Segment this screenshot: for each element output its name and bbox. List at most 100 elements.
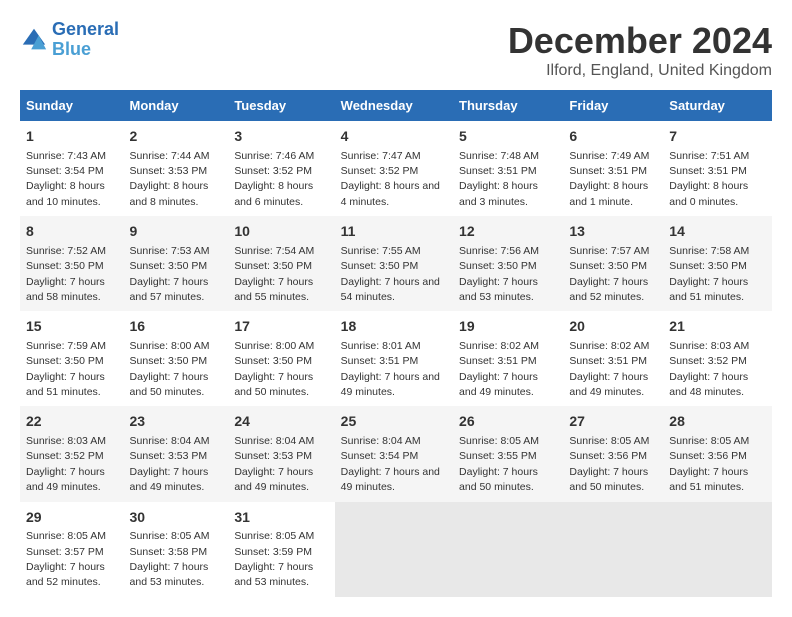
day-number: 11 bbox=[341, 222, 447, 242]
calendar-cell bbox=[663, 502, 772, 597]
calendar-cell: 22 Sunrise: 8:03 AMSunset: 3:52 PMDaylig… bbox=[20, 406, 124, 501]
day-info: Sunrise: 8:05 AMSunset: 3:58 PMDaylight:… bbox=[130, 530, 210, 588]
day-number: 3 bbox=[234, 127, 328, 147]
calendar-cell: 20 Sunrise: 8:02 AMSunset: 3:51 PMDaylig… bbox=[563, 311, 663, 406]
day-info: Sunrise: 8:03 AMSunset: 3:52 PMDaylight:… bbox=[669, 340, 749, 398]
calendar-cell: 7 Sunrise: 7:51 AMSunset: 3:51 PMDayligh… bbox=[663, 121, 772, 216]
calendar-cell: 17 Sunrise: 8:00 AMSunset: 3:50 PMDaylig… bbox=[228, 311, 334, 406]
calendar-cell: 24 Sunrise: 8:04 AMSunset: 3:53 PMDaylig… bbox=[228, 406, 334, 501]
calendar-cell: 10 Sunrise: 7:54 AMSunset: 3:50 PMDaylig… bbox=[228, 216, 334, 311]
day-number: 2 bbox=[130, 127, 223, 147]
calendar-cell: 25 Sunrise: 8:04 AMSunset: 3:54 PMDaylig… bbox=[335, 406, 453, 501]
day-number: 8 bbox=[26, 222, 118, 242]
day-number: 20 bbox=[569, 317, 657, 337]
header-row: Sunday Monday Tuesday Wednesday Thursday… bbox=[20, 90, 772, 121]
calendar-cell: 6 Sunrise: 7:49 AMSunset: 3:51 PMDayligh… bbox=[563, 121, 663, 216]
day-number: 1 bbox=[26, 127, 118, 147]
day-info: Sunrise: 7:57 AMSunset: 3:50 PMDaylight:… bbox=[569, 245, 649, 303]
day-number: 12 bbox=[459, 222, 557, 242]
day-number: 24 bbox=[234, 412, 328, 432]
day-number: 16 bbox=[130, 317, 223, 337]
day-number: 26 bbox=[459, 412, 557, 432]
week-row-3: 15 Sunrise: 7:59 AMSunset: 3:50 PMDaylig… bbox=[20, 311, 772, 406]
calendar-cell: 15 Sunrise: 7:59 AMSunset: 3:50 PMDaylig… bbox=[20, 311, 124, 406]
day-number: 22 bbox=[26, 412, 118, 432]
day-info: Sunrise: 8:03 AMSunset: 3:52 PMDaylight:… bbox=[26, 435, 106, 493]
day-number: 15 bbox=[26, 317, 118, 337]
day-info: Sunrise: 8:05 AMSunset: 3:56 PMDaylight:… bbox=[669, 435, 749, 493]
day-number: 4 bbox=[341, 127, 447, 147]
day-info: Sunrise: 8:00 AMSunset: 3:50 PMDaylight:… bbox=[130, 340, 210, 398]
col-saturday: Saturday bbox=[663, 90, 772, 121]
day-info: Sunrise: 7:44 AMSunset: 3:53 PMDaylight:… bbox=[130, 150, 210, 208]
day-number: 30 bbox=[130, 508, 223, 528]
day-info: Sunrise: 7:59 AMSunset: 3:50 PMDaylight:… bbox=[26, 340, 106, 398]
calendar-table: Sunday Monday Tuesday Wednesday Thursday… bbox=[20, 90, 772, 597]
calendar-cell: 23 Sunrise: 8:04 AMSunset: 3:53 PMDaylig… bbox=[124, 406, 229, 501]
calendar-cell: 2 Sunrise: 7:44 AMSunset: 3:53 PMDayligh… bbox=[124, 121, 229, 216]
day-info: Sunrise: 7:47 AMSunset: 3:52 PMDaylight:… bbox=[341, 150, 440, 208]
subtitle: Ilford, England, United Kingdom bbox=[508, 62, 772, 80]
day-number: 6 bbox=[569, 127, 657, 147]
week-row-2: 8 Sunrise: 7:52 AMSunset: 3:50 PMDayligh… bbox=[20, 216, 772, 311]
calendar-cell: 13 Sunrise: 7:57 AMSunset: 3:50 PMDaylig… bbox=[563, 216, 663, 311]
day-number: 18 bbox=[341, 317, 447, 337]
page-header: General Blue December 2024 Ilford, Engla… bbox=[20, 20, 772, 80]
main-title: December 2024 bbox=[508, 20, 772, 62]
day-info: Sunrise: 8:01 AMSunset: 3:51 PMDaylight:… bbox=[341, 340, 440, 398]
day-info: Sunrise: 8:04 AMSunset: 3:53 PMDaylight:… bbox=[234, 435, 314, 493]
week-row-5: 29 Sunrise: 8:05 AMSunset: 3:57 PMDaylig… bbox=[20, 502, 772, 597]
logo-icon bbox=[20, 26, 48, 54]
day-info: Sunrise: 7:52 AMSunset: 3:50 PMDaylight:… bbox=[26, 245, 106, 303]
day-info: Sunrise: 8:05 AMSunset: 3:56 PMDaylight:… bbox=[569, 435, 649, 493]
day-info: Sunrise: 8:04 AMSunset: 3:54 PMDaylight:… bbox=[341, 435, 440, 493]
day-info: Sunrise: 8:02 AMSunset: 3:51 PMDaylight:… bbox=[569, 340, 649, 398]
calendar-cell: 27 Sunrise: 8:05 AMSunset: 3:56 PMDaylig… bbox=[563, 406, 663, 501]
day-info: Sunrise: 7:56 AMSunset: 3:50 PMDaylight:… bbox=[459, 245, 539, 303]
col-sunday: Sunday bbox=[20, 90, 124, 121]
day-number: 7 bbox=[669, 127, 766, 147]
day-info: Sunrise: 8:04 AMSunset: 3:53 PMDaylight:… bbox=[130, 435, 210, 493]
calendar-cell: 18 Sunrise: 8:01 AMSunset: 3:51 PMDaylig… bbox=[335, 311, 453, 406]
day-info: Sunrise: 7:51 AMSunset: 3:51 PMDaylight:… bbox=[669, 150, 749, 208]
day-info: Sunrise: 8:05 AMSunset: 3:57 PMDaylight:… bbox=[26, 530, 106, 588]
title-section: December 2024 Ilford, England, United Ki… bbox=[508, 20, 772, 80]
day-number: 17 bbox=[234, 317, 328, 337]
day-number: 14 bbox=[669, 222, 766, 242]
calendar-cell: 4 Sunrise: 7:47 AMSunset: 3:52 PMDayligh… bbox=[335, 121, 453, 216]
day-number: 23 bbox=[130, 412, 223, 432]
col-thursday: Thursday bbox=[453, 90, 563, 121]
calendar-cell: 5 Sunrise: 7:48 AMSunset: 3:51 PMDayligh… bbox=[453, 121, 563, 216]
col-tuesday: Tuesday bbox=[228, 90, 334, 121]
day-number: 29 bbox=[26, 508, 118, 528]
day-info: Sunrise: 7:55 AMSunset: 3:50 PMDaylight:… bbox=[341, 245, 440, 303]
calendar-cell: 30 Sunrise: 8:05 AMSunset: 3:58 PMDaylig… bbox=[124, 502, 229, 597]
day-number: 13 bbox=[569, 222, 657, 242]
week-row-1: 1 Sunrise: 7:43 AMSunset: 3:54 PMDayligh… bbox=[20, 121, 772, 216]
day-number: 9 bbox=[130, 222, 223, 242]
day-info: Sunrise: 7:48 AMSunset: 3:51 PMDaylight:… bbox=[459, 150, 539, 208]
day-info: Sunrise: 7:58 AMSunset: 3:50 PMDaylight:… bbox=[669, 245, 749, 303]
calendar-cell: 16 Sunrise: 8:00 AMSunset: 3:50 PMDaylig… bbox=[124, 311, 229, 406]
day-number: 21 bbox=[669, 317, 766, 337]
logo: General Blue bbox=[20, 20, 119, 60]
day-number: 19 bbox=[459, 317, 557, 337]
calendar-cell: 9 Sunrise: 7:53 AMSunset: 3:50 PMDayligh… bbox=[124, 216, 229, 311]
week-row-4: 22 Sunrise: 8:03 AMSunset: 3:52 PMDaylig… bbox=[20, 406, 772, 501]
calendar-cell: 31 Sunrise: 8:05 AMSunset: 3:59 PMDaylig… bbox=[228, 502, 334, 597]
col-wednesday: Wednesday bbox=[335, 90, 453, 121]
day-info: Sunrise: 8:02 AMSunset: 3:51 PMDaylight:… bbox=[459, 340, 539, 398]
day-info: Sunrise: 7:54 AMSunset: 3:50 PMDaylight:… bbox=[234, 245, 314, 303]
day-number: 27 bbox=[569, 412, 657, 432]
day-info: Sunrise: 8:00 AMSunset: 3:50 PMDaylight:… bbox=[234, 340, 314, 398]
calendar-cell: 1 Sunrise: 7:43 AMSunset: 3:54 PMDayligh… bbox=[20, 121, 124, 216]
calendar-cell: 26 Sunrise: 8:05 AMSunset: 3:55 PMDaylig… bbox=[453, 406, 563, 501]
col-friday: Friday bbox=[563, 90, 663, 121]
day-info: Sunrise: 8:05 AMSunset: 3:55 PMDaylight:… bbox=[459, 435, 539, 493]
day-number: 25 bbox=[341, 412, 447, 432]
day-info: Sunrise: 8:05 AMSunset: 3:59 PMDaylight:… bbox=[234, 530, 314, 588]
calendar-cell bbox=[453, 502, 563, 597]
calendar-cell: 19 Sunrise: 8:02 AMSunset: 3:51 PMDaylig… bbox=[453, 311, 563, 406]
calendar-cell bbox=[563, 502, 663, 597]
day-number: 31 bbox=[234, 508, 328, 528]
